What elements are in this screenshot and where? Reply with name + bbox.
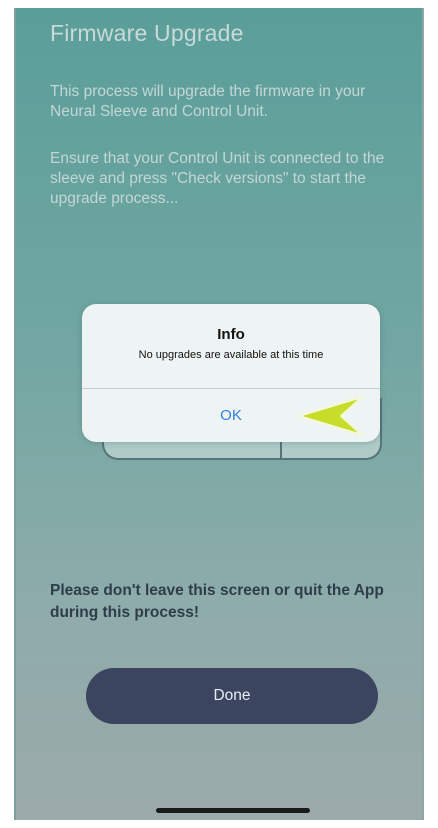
- done-button[interactable]: Done: [86, 668, 378, 724]
- pointer-arrow-icon: [298, 396, 363, 436]
- home-indicator[interactable]: [156, 808, 310, 813]
- alert-title: Info: [217, 326, 245, 343]
- phone-screen: Firmware Upgrade This process will upgra…: [14, 8, 424, 820]
- warning-text: Please don't leave this screen or quit t…: [50, 582, 384, 621]
- alert-message: No upgrades are available at this time: [138, 349, 324, 361]
